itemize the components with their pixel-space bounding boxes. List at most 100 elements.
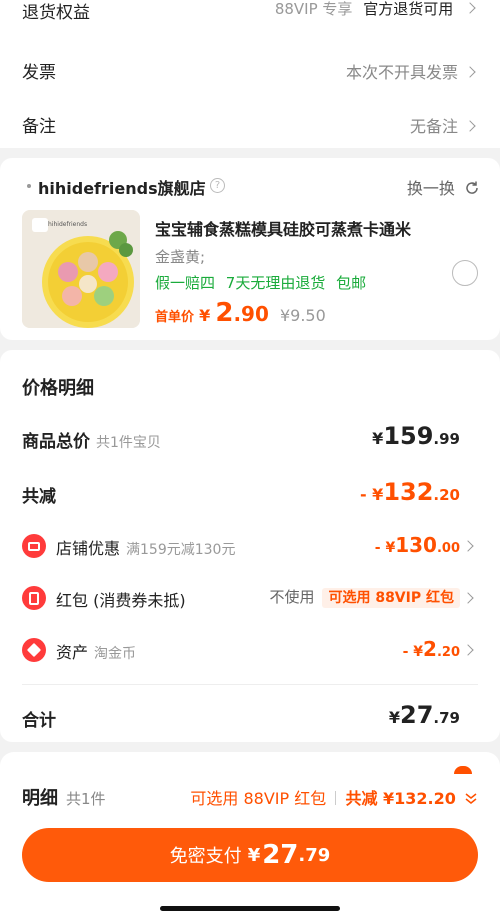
bottom-bar: 明细 共1件 可选用 88VIP 红包 共减 ¥132.20 免密支付 ¥27.7… [0, 752, 500, 919]
redpacket-row[interactable]: 红包 (消费券未抵) 不使用 可选用 88VIP 红包 [0, 582, 500, 614]
total-int: 159 [383, 422, 434, 450]
separator [335, 791, 337, 805]
swap-button[interactable]: 换一换 [407, 175, 480, 199]
store-prefix: - ¥ [374, 540, 396, 556]
reduce-value: - ¥132.20 [360, 478, 460, 506]
store-sub: 满159元减130元 [126, 542, 236, 558]
chevron-right-icon [464, 120, 476, 132]
store-label-text: 店铺优惠 [56, 539, 121, 558]
price-currency: ¥ [199, 306, 211, 325]
asset-value: - ¥2.20 [403, 637, 460, 661]
redpacket-right: 不使用 可选用 88VIP 红包 [269, 586, 460, 608]
pay-label: 免密支付 [169, 846, 242, 867]
pay-dec: .79 [298, 844, 331, 866]
store-dec: .00 [436, 541, 460, 556]
dot-bullet [27, 184, 31, 188]
price-dec: .90 [233, 302, 269, 326]
pay-button[interactable]: 免密支付 ¥27.79 [22, 828, 478, 882]
guarantee-item: 包邮 [336, 274, 367, 292]
redpacket-icon [22, 586, 46, 610]
question-icon[interactable]: ? [210, 178, 225, 193]
reduce-dec: .20 [433, 486, 460, 504]
product-thumbnail[interactable]: hihidefriends [22, 210, 140, 328]
note-value: 无备注 [409, 117, 458, 136]
reduce-int: 132 [383, 478, 434, 506]
invoice-row[interactable]: 发票 本次不开具发票 [0, 50, 500, 90]
redpacket-status: 不使用 [269, 588, 315, 606]
shop-card: hihidefriends旗舰店 ? 换一换 hihidefriends 宝宝辅… [0, 158, 500, 340]
first-price-label: 首单价 [155, 310, 195, 325]
sum-dec: .79 [433, 709, 460, 727]
total-sub: 共1件宝贝 [96, 435, 161, 451]
product-title[interactable]: 宝宝辅食蒸糕模具硅胶可蒸煮卡通米 [155, 216, 411, 240]
chevron-right-icon [464, 2, 476, 14]
total-label: 商品总价 共1件宝贝 [22, 427, 161, 452]
store-label: 店铺优惠 满159元减130元 [56, 535, 235, 559]
total-currency: ¥ [372, 429, 384, 448]
product-spec[interactable]: 金盏黄; [155, 246, 205, 267]
divider [22, 684, 478, 685]
price-int: 2 [215, 298, 234, 328]
chevron-right-icon [462, 644, 474, 656]
note-label: 备注 [22, 117, 56, 137]
sum-currency: ¥ [388, 708, 401, 727]
pay-int: 27 [262, 840, 299, 870]
double-chevron-down-icon [465, 793, 477, 804]
refund-right: 88VIP 专享 官方退货可用 [274, 0, 476, 19]
bottom-summary[interactable]: 可选用 88VIP 红包 共减 ¥132.20 [190, 785, 478, 809]
detail-label: 明细 [22, 788, 58, 809]
refund-label: 退货权益 [22, 3, 90, 23]
orange-dot [454, 766, 472, 774]
store-int: 130 [395, 533, 437, 557]
original-price: ¥9.50 [279, 306, 326, 325]
vip-redpacket-tag[interactable]: 可选用 88VIP 红包 [322, 588, 460, 608]
asset-label: 资产 淘金币 [56, 639, 136, 663]
price-breakdown-card: 价格明细 商品总价 共1件宝贝 ¥159.99 共减 - ¥132.20 店铺优惠… [0, 350, 500, 742]
total-label-text: 商品总价 [22, 432, 90, 452]
refresh-icon [466, 181, 478, 194]
reduce-prefix: - ¥ [359, 485, 384, 504]
asset-dec: .20 [436, 645, 460, 660]
invoice-label: 发票 [22, 63, 56, 83]
select-radio[interactable] [452, 260, 478, 286]
invoice-right: 本次不开具发票 [345, 59, 476, 83]
sum-label: 合计 [22, 711, 56, 731]
total-dec: .99 [433, 430, 460, 448]
refund-row[interactable]: 退货权益 88VIP 专享 官方退货可用 [0, 0, 500, 26]
store-discount-row[interactable]: 店铺优惠 满159元减130元 - ¥130.00 [0, 530, 500, 562]
note-row[interactable]: 备注 无备注 [0, 104, 500, 144]
shop-name[interactable]: hihidefriends旗舰店 [38, 175, 206, 199]
price-line: 首单价 ¥ 2.90 ¥9.50 [155, 298, 326, 328]
sum-value: ¥27.79 [389, 701, 460, 729]
reduce-label: 共减 [22, 487, 56, 507]
home-indicator [160, 906, 340, 911]
asset-prefix: - ¥ [402, 644, 424, 660]
refund-value: 官方退货可用 [363, 0, 454, 18]
thumb-brand-text: hihidefriends [48, 221, 88, 228]
order-options-card: 退货权益 88VIP 专享 官方退货可用 发票 本次不开具发票 备注 无备注 [0, 0, 500, 148]
asset-label-text: 资产 [56, 643, 89, 662]
refund-tag: 88VIP 专享 [274, 0, 353, 18]
guarantee-item: 7天无理由退货 [225, 274, 326, 292]
asset-sub: 淘金币 [94, 646, 137, 662]
detail-link[interactable]: 明细 共1件 [22, 784, 106, 810]
chevron-right-icon [462, 592, 474, 604]
sum-int: 27 [400, 701, 434, 729]
detail-sub: 共1件 [66, 790, 106, 808]
store-value: - ¥130.00 [375, 533, 460, 557]
total-value: ¥159.99 [372, 422, 460, 450]
swap-label: 换一换 [406, 179, 455, 198]
breakdown-title: 价格明细 [22, 378, 94, 399]
redpacket-label: 红包 (消费券未抵) [56, 591, 186, 610]
asset-int: 2 [423, 637, 437, 661]
store-icon [22, 534, 46, 558]
vip-hint: 可选用 88VIP 红包 [190, 789, 327, 808]
coin-tag-icon [22, 638, 46, 662]
invoice-value: 本次不开具发票 [345, 63, 458, 82]
note-right: 无备注 [409, 113, 476, 137]
bottom-reduce: 共减 ¥132.20 [345, 789, 456, 808]
guarantee-list: 假一赔四 7天无理由退货 包邮 [155, 272, 366, 293]
asset-row[interactable]: 资产 淘金币 - ¥2.20 [0, 634, 500, 666]
chevron-right-icon [464, 66, 476, 78]
guarantee-item: 假一赔四 [155, 274, 216, 292]
